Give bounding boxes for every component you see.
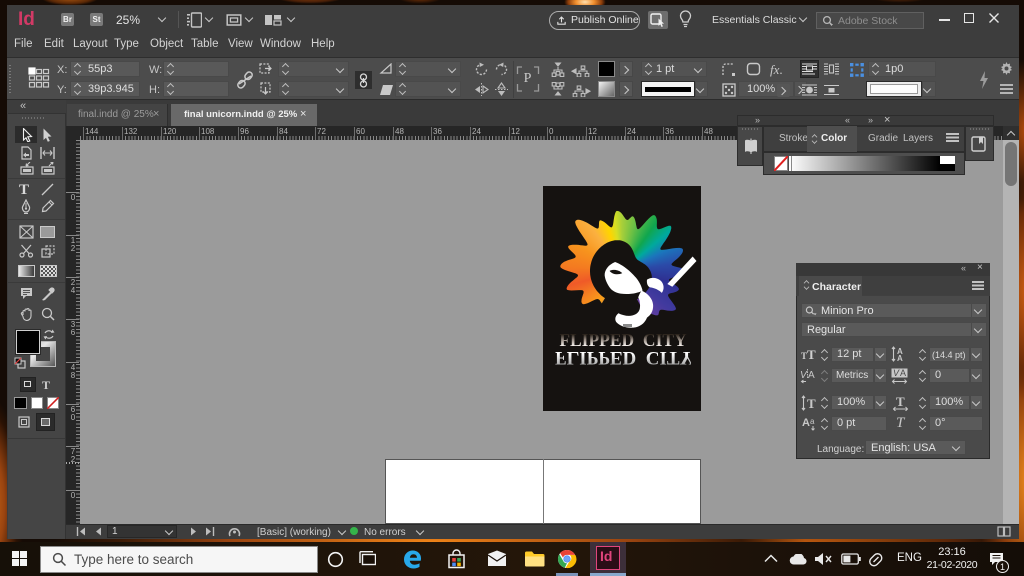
svg-text:A: A xyxy=(802,417,810,429)
svg-text:a: a xyxy=(810,417,815,426)
svg-text:A: A xyxy=(808,370,815,381)
svg-text:A: A xyxy=(900,368,906,378)
svg-text:V: V xyxy=(800,370,808,381)
svg-text:V: V xyxy=(893,368,900,378)
svg-text:A: A xyxy=(897,354,903,362)
svg-text:T: T xyxy=(896,395,905,409)
svg-text:T: T xyxy=(807,396,816,411)
